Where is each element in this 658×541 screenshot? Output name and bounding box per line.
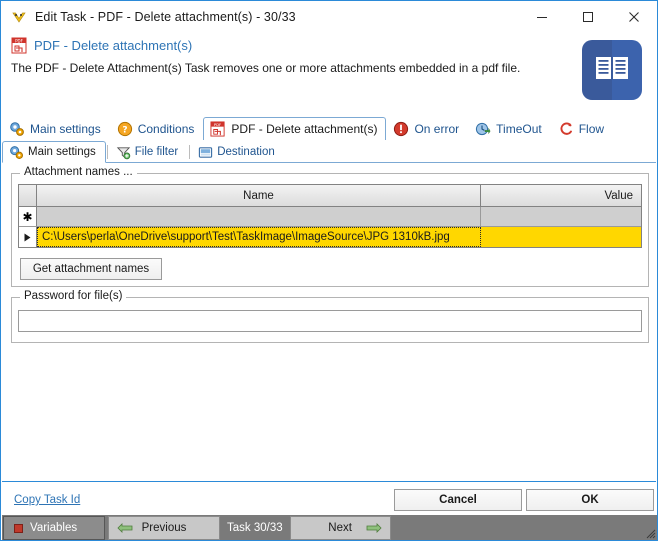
next-label: Next <box>328 522 352 534</box>
task-header-title-row: PDF PDF - Delete attachment(s) <box>11 37 192 54</box>
window-title: Edit Task - PDF - Delete attachment(s) -… <box>35 10 296 24</box>
grid-cell-name[interactable] <box>37 207 481 226</box>
previous-task-button[interactable]: Previous <box>108 516 220 540</box>
flow-icon <box>558 121 574 137</box>
subtab-label: Destination <box>217 146 275 158</box>
variables-indicator-dot <box>14 523 23 533</box>
variables-label: Variables <box>30 522 78 534</box>
tab-pdf-delete-attachments[interactable]: PDF PDF - Delete attachment(s) <box>203 117 387 141</box>
subtab-divider <box>106 145 108 159</box>
attachment-names-legend: Attachment names ... <box>20 166 137 178</box>
previous-label: Previous <box>141 522 187 534</box>
tab-flow[interactable]: Flow <box>551 117 613 140</box>
tab-label: PDF - Delete attachment(s) <box>231 122 378 136</box>
grid-cell-value[interactable] <box>481 227 641 247</box>
password-legend: Password for file(s) <box>20 290 127 302</box>
window-controls <box>519 1 657 32</box>
grid-empty-space <box>19 247 641 248</box>
pdf-icon: PDF <box>11 37 28 54</box>
subtab-label: Main settings <box>28 146 96 158</box>
subtab-file-filter[interactable]: File filter <box>109 141 188 162</box>
task-logo <box>582 40 642 100</box>
tab-main-settings[interactable]: Main settings <box>2 117 110 140</box>
copy-task-id-link[interactable]: Copy Task Id <box>14 494 80 506</box>
monitor-icon <box>198 145 213 160</box>
subtab-divider <box>189 145 191 159</box>
current-row-marker-icon <box>19 227 37 247</box>
question-mark-icon: ? <box>117 121 133 137</box>
new-row-marker-icon: ✱ <box>19 207 37 226</box>
minimize-button[interactable] <box>519 1 565 32</box>
svg-text:?: ? <box>122 126 127 136</box>
subtab-label: File filter <box>134 146 179 158</box>
app-icon <box>11 9 27 25</box>
grid-empty-marker-column <box>19 247 37 248</box>
close-button[interactable] <box>611 1 657 32</box>
grid-cell-name[interactable]: C:\Users\perla\OneDrive\support\Test\Tas… <box>37 227 481 247</box>
title-bar: Edit Task - PDF - Delete attachment(s) -… <box>1 1 657 34</box>
tab-label: Main settings <box>30 122 101 136</box>
tab-on-error[interactable]: On error <box>386 117 468 140</box>
edit-task-dialog: Edit Task - PDF - Delete attachment(s) -… <box>0 0 658 541</box>
next-task-button[interactable]: Next <box>289 516 391 540</box>
tab-label: TimeOut <box>496 122 542 136</box>
task-description: The PDF - Delete Attachment(s) Task remo… <box>11 61 521 75</box>
svg-text:PDF: PDF <box>15 38 23 43</box>
ok-button[interactable]: OK <box>526 489 654 511</box>
error-exclamation-icon <box>393 121 409 137</box>
table-row[interactable]: C:\Users\perla\OneDrive\support\Test\Tas… <box>19 227 641 247</box>
password-input[interactable] <box>18 310 642 332</box>
grid-column-header-name[interactable]: Name <box>37 185 481 206</box>
cancel-button[interactable]: Cancel <box>394 489 522 511</box>
tab-label: Conditions <box>137 122 195 136</box>
open-book-icon <box>595 55 629 86</box>
variables-button[interactable]: Variables <box>3 516 105 540</box>
timeout-icon <box>475 121 491 137</box>
task-counter: Task 30/33 <box>227 522 283 534</box>
password-for-files-group: Password for file(s) <box>11 290 649 343</box>
tab-label: Flow <box>578 122 605 136</box>
tab-label: On error <box>414 122 460 136</box>
task-header: PDF PDF - Delete attachment(s) The PDF -… <box>2 33 656 111</box>
maximize-button[interactable] <box>565 1 611 32</box>
subtab-destination[interactable]: Destination <box>191 141 285 162</box>
task-title: PDF - Delete attachment(s) <box>34 38 193 53</box>
gears-icon <box>9 145 24 160</box>
sub-tab-strip: Main settings File filter Destination <box>2 140 656 163</box>
subtab-main-settings[interactable]: Main settings <box>2 141 106 163</box>
tab-timeout[interactable]: TimeOut <box>468 117 551 140</box>
attachment-names-group: Attachment names ... Name Value ✱ C:\Use… <box>11 166 649 287</box>
main-tab-strip: Main settings ? Conditions PDF PDF - Del… <box>2 116 656 141</box>
grid-corner-cell <box>19 185 37 206</box>
arrow-right-icon <box>366 523 382 533</box>
pdf-icon: PDF <box>210 121 226 137</box>
grid-header-row: Name Value <box>19 185 641 207</box>
status-bar: Variables Previous Task 30/33 Next <box>2 515 657 540</box>
grid-new-row[interactable]: ✱ <box>19 207 641 227</box>
get-attachment-names-button[interactable]: Get attachment names <box>20 258 162 280</box>
attachment-names-grid[interactable]: Name Value ✱ C:\Users\perla\OneDrive\sup… <box>18 184 642 248</box>
dialog-footer: Copy Task Id Cancel OK <box>2 481 656 515</box>
grid-column-header-value[interactable]: Value <box>481 185 641 206</box>
svg-text:PDF: PDF <box>214 123 221 127</box>
gears-icon <box>9 121 25 137</box>
arrow-left-icon <box>117 523 133 533</box>
grid-cell-value[interactable] <box>481 207 641 226</box>
resize-grip[interactable] <box>644 527 656 539</box>
funnel-add-icon <box>116 145 131 160</box>
tab-conditions[interactable]: ? Conditions <box>110 117 204 140</box>
